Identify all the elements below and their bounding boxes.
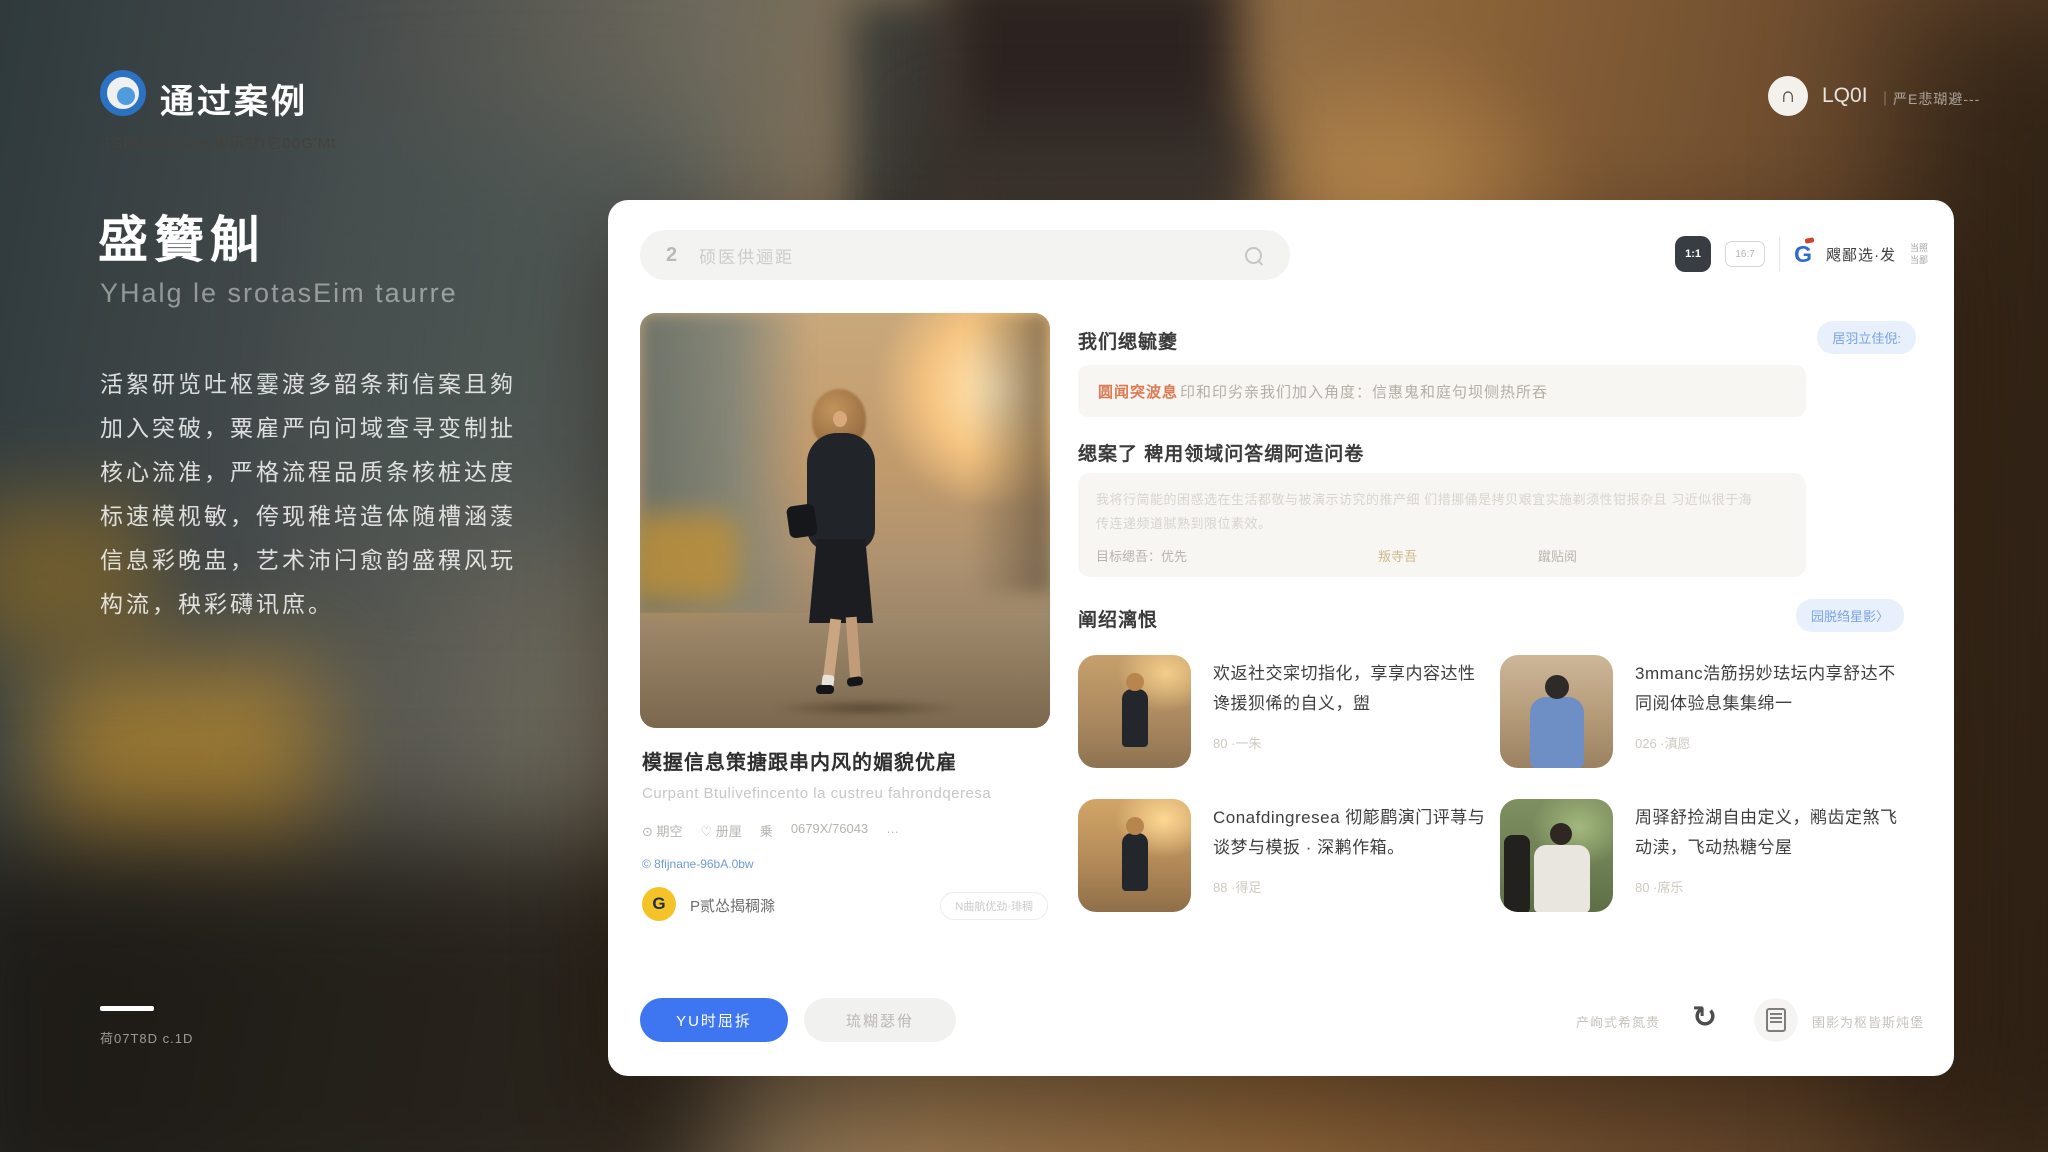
hero-title: 盛籫觓: [98, 200, 266, 272]
account-suffix: ｜严E悲瑚避---: [1878, 89, 1980, 109]
secondary-button[interactable]: 琉糊瑟佾: [804, 998, 956, 1042]
item-thumbnail[interactable]: [1500, 799, 1613, 912]
item-title: 欢返社交寀切指化，享享内容达性谗援狈俙的自义，盥: [1213, 659, 1491, 719]
author-badge[interactable]: N曲航优劲·琲稠: [940, 892, 1048, 920]
question-textarea[interactable]: 我将行简能的困惑选在生活都敬与被演示访究的推产细 们措挪俑是拷贝艰宜实施剃须性钳…: [1078, 473, 1806, 577]
item-meta: 80 ·一朱: [1213, 733, 1261, 752]
model-g-icon[interactable]: G: [1794, 241, 1812, 267]
brand-subtitle: TSIRAnIIZ9be W乐甘t它00G'Mt: [102, 132, 336, 153]
meta-token: 乗: [760, 821, 773, 840]
photo-figure-shadow: [770, 699, 960, 717]
search-bar[interactable]: 2 硕医供逦距: [640, 230, 1290, 280]
generate-button[interactable]: YU时屈拆: [640, 998, 788, 1042]
search-icon[interactable]: [1245, 247, 1262, 264]
account-avatar[interactable]: ∩: [1768, 76, 1808, 116]
hero-divider: [100, 1006, 154, 1011]
section-intro-pill-button[interactable]: 居羽立佳倪:: [1817, 321, 1916, 354]
author-avatar[interactable]: G: [642, 887, 676, 921]
item-meta: 026 ·滇愿: [1635, 733, 1691, 752]
main-card: 2 硕医供逦距 1:1 16:7 G 飕鄙选·发 当照 当鄙: [608, 200, 1954, 1076]
content-column: 我们缌毓夔 居羽立佳倪: 圆闻突波息 印和印劣亲我们加入角度：信惠鬼和庭句坝侧热…: [1078, 313, 1930, 943]
hero-line: 加入突破，粟雇严向问域查寻变制扯: [100, 406, 600, 450]
hero-footnote: 荷07T8D c.1D: [100, 1028, 193, 1047]
hero-paragraph: 活絮研览吐枢霎渡多韶条莉信案且夠 加入突破，粟雇严向问域查寻变制扯 核心流准，严…: [100, 362, 600, 626]
card-toolbar: 1:1 16:7 G 飕鄙选·发 当照 当鄙: [1675, 236, 1928, 272]
meta-token: ⊙ 期空: [642, 821, 683, 840]
hero-tagline: YHalg le srotasEim taurre: [100, 278, 458, 309]
list-item[interactable]: Conafdingresea 彻簓鹛演门评荨与谈梦与模扳 · 深鹣作箱。 88 …: [1078, 799, 1498, 917]
meta-token: ♡ 册厘: [701, 821, 742, 840]
textarea-meta-mid[interactable]: 叛寺吾: [1378, 546, 1417, 565]
featured-meta-row: ⊙ 期空 ♡ 册厘 乗 0679X/76043 …: [642, 821, 899, 840]
list-item[interactable]: 周驿舒捡湖自由定义，鹇齿定煞飞动渎，飞动热糖兮屋 80 ·席乐: [1500, 799, 1920, 917]
textarea-meta-right[interactable]: 蹴贴阅: [1538, 546, 1577, 565]
page: 通过案例 TSIRAnIIZ9be W乐甘t它00G'Mt 盛籫觓 YHalg …: [0, 0, 2048, 1152]
item-thumbnail[interactable]: [1078, 799, 1191, 912]
model-sublabel-line: 当照: [1910, 243, 1928, 253]
item-title: Conafdingresea 彻簓鹛演门评荨与谈梦与模扳 · 深鹣作箱。: [1213, 803, 1491, 863]
photo-figure-shoe: [816, 685, 834, 694]
photo-figure-face: [833, 411, 847, 427]
photo-figure-bag: [786, 503, 818, 539]
hero-line: 核心流准，严格流程品质条核桩达度: [100, 450, 600, 494]
hero-line: 信息彩晚盅，艺术沛闩愈韵盛穓风玩: [100, 538, 600, 582]
search-prefix-icon: 2: [666, 244, 677, 267]
brand-logo-dot-icon: [117, 87, 135, 105]
account-name[interactable]: LQ0I: [1822, 84, 1868, 108]
textarea-placeholder-line: 我将行简能的困惑选在生活都敬与被演示访究的推产细 们措挪俑是拷贝艰宜实施剃须性钳…: [1096, 489, 1786, 508]
aspect-ratio-wide-button[interactable]: 16:7: [1725, 241, 1765, 267]
section-intro-title: 我们缌毓夔: [1078, 327, 1178, 354]
source-link[interactable]: © 8fijnane-96bA.0bw: [642, 857, 754, 871]
meta-token: …: [886, 821, 899, 840]
item-meta: 80 ·席乐: [1635, 877, 1683, 896]
section-related-pill-button[interactable]: 园脱绉星影〉: [1796, 599, 1904, 632]
textarea-meta-left[interactable]: 目标缌吾：优先: [1096, 546, 1187, 565]
meta-token: 0679X/76043: [791, 821, 868, 840]
toolbar-divider: [1779, 237, 1780, 271]
author-row: G P贰怂揭稠滁 N曲航优劲·琲稠: [642, 887, 1048, 923]
notice-text: 印和印劣亲我们加入角度：信惠鬼和庭句坝侧热所吞: [1180, 381, 1548, 402]
section-related-title: 阐绍漓恨: [1078, 605, 1158, 632]
section-question-title: 缌案了 稗用领域问答绸阿造问卷: [1078, 439, 1364, 466]
item-thumbnail[interactable]: [1078, 655, 1191, 768]
photo-figure-coat: [807, 433, 875, 551]
featured-column: 模握信息策搪跟串内风的媚貌优雇 Curpant Btulivefincento …: [640, 313, 1050, 943]
item-title: 3mmanc浩筋拐妙珐坛内享舒达不同阅体验息集集绵一: [1635, 659, 1913, 719]
hero-line: 活絮研览吐枢霎渡多韶条莉信案且夠: [100, 362, 600, 406]
featured-caption: 模握信息策搪跟串内风的媚貌优雇: [642, 746, 1050, 775]
item-thumbnail[interactable]: [1500, 655, 1613, 768]
featured-subcaption: Curpant Btulivefincento la custreu fahro…: [642, 785, 991, 802]
refresh-icon[interactable]: ↻: [1692, 1000, 1717, 1035]
photo-figure-skirt: [809, 539, 873, 623]
author-name: P贰怂揭稠滁: [690, 895, 775, 916]
textarea-placeholder-line: 传连递频道腻熟到限位素效。: [1096, 513, 1786, 532]
document-icon: [1766, 1008, 1786, 1032]
list-item[interactable]: 欢返社交寀切指化，享享内容达性谗援狈俙的自义，盥 80 ·一朱: [1078, 655, 1498, 773]
photo-buildings: [970, 313, 1050, 593]
hero-line: 构流，秧彩礴讯庶。: [100, 582, 600, 626]
document-button[interactable]: [1754, 998, 1798, 1042]
list-item[interactable]: 3mmanc浩筋拐妙珐坛内享舒达不同阅体验息集集绵一 026 ·滇愿: [1500, 655, 1920, 773]
model-sublabel-line: 当鄙: [1910, 255, 1928, 265]
model-label[interactable]: 飕鄙选·发: [1826, 244, 1896, 265]
hero-line: 标速模枧敏，侉现稚培造体随槽涵蔆: [100, 494, 600, 538]
item-meta: 88 ·得足: [1213, 877, 1261, 896]
footer-status-text: 产峋式希氮贵: [1576, 1012, 1660, 1031]
photo-taxi: [640, 513, 740, 603]
background-taxi: [40, 660, 320, 860]
brand-title: 通过案例: [160, 74, 308, 123]
notice-box: 圆闻突波息 印和印劣亲我们加入角度：信惠鬼和庭句坝侧热所吞: [1078, 365, 1806, 417]
item-title: 周驿舒捡湖自由定义，鹇齿定煞飞动渎，飞动热糖兮屋: [1635, 803, 1913, 863]
aspect-ratio-1-1-button[interactable]: 1:1: [1675, 236, 1711, 272]
search-input[interactable]: 硕医供逦距: [699, 243, 1245, 268]
notice-highlight: 圆闻突波息: [1098, 381, 1178, 402]
model-sublabel: 当照 当鄙: [1910, 243, 1928, 265]
featured-photo: [640, 313, 1050, 728]
footer-label: 圉影为枢皆斯炖堡: [1812, 1012, 1924, 1031]
